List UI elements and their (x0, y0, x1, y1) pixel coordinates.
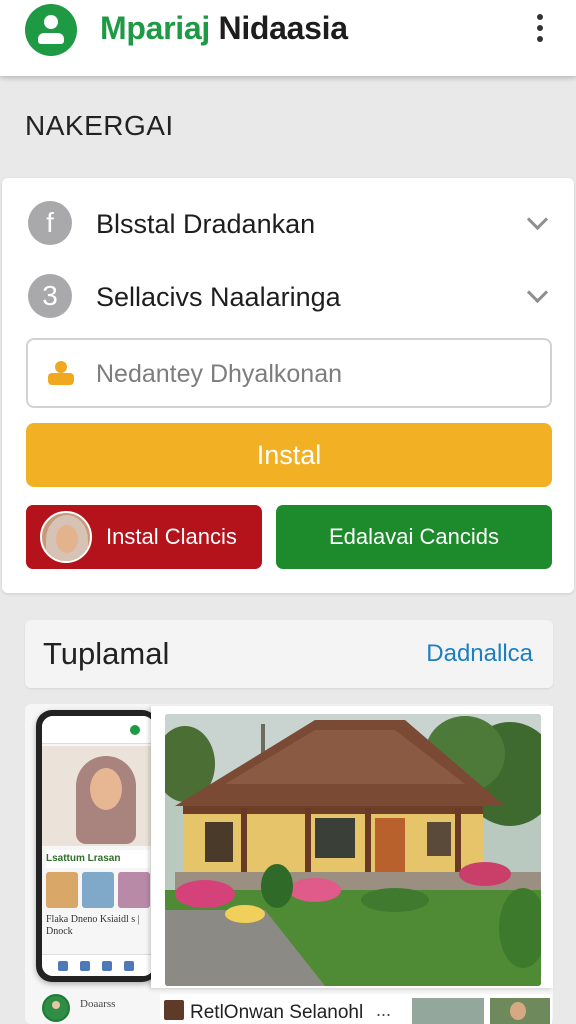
name-input[interactable]: Nedantey Dhyalkonan (26, 338, 552, 408)
user-avatar (40, 511, 92, 563)
phone-strip-text: Lsattum Lrasan (46, 850, 150, 868)
dropdown-row-2-label: Sellacivs Naalaringa (96, 282, 341, 312)
gallery-item-caption[interactable]: Doaarss (40, 994, 148, 1024)
user-avatar (42, 994, 70, 1022)
gallery-row[interactable]: RetlOnwan Selanohl ... (160, 994, 552, 1024)
house-icon (164, 1000, 184, 1020)
form-card: f Blsstal Dradankan 3 Sellacivs Naalarin… (2, 178, 574, 593)
more-horiz-icon[interactable]: ... (376, 1000, 391, 1021)
row-badge-icon: 3 (28, 274, 72, 318)
row-badge-icon: f (28, 201, 72, 245)
phone-mockup-image[interactable]: Lsattum Lrasan Flaka Dneno Ksiaidl s | D… (36, 710, 158, 982)
chevron-down-icon[interactable] (526, 212, 550, 232)
gallery-link[interactable]: Dadnallca (426, 640, 533, 668)
gallery-thumbnail[interactable] (412, 998, 484, 1024)
install-button[interactable]: Instal (26, 423, 552, 487)
account-circle-icon[interactable] (25, 4, 77, 56)
dropdown-row-1[interactable]: f Blsstal Dradankan (26, 199, 554, 249)
app-bar: Mpariaj Nidaasia (0, 0, 576, 76)
phone-caption: Flaka Dneno Ksiaidl s | Dnock (46, 914, 140, 937)
section-heading: NAKERGAI (25, 110, 174, 141)
gallery-header: Tuplamal Dadnallca (25, 620, 553, 688)
gallery-thumbnail[interactable] (490, 998, 550, 1024)
app-title-part1: Mpariaj (100, 10, 210, 46)
install-clancis-label: Instal Clancis (106, 524, 237, 549)
chevron-down-icon[interactable] (526, 285, 550, 305)
app-title-part2: Nidaasia (218, 10, 349, 46)
portrait-image (42, 746, 154, 846)
more-vert-icon[interactable] (526, 12, 554, 44)
house-photo-card[interactable] (151, 706, 553, 988)
dropdown-row-2[interactable]: 3 Sellacivs Naalaringa (26, 272, 554, 322)
gallery-title: Tuplamal (43, 636, 170, 671)
install-clancis-button[interactable]: Instal Clancis (26, 505, 262, 569)
dropdown-row-1-label: Blsstal Dradankan (96, 209, 316, 239)
person-icon (46, 359, 76, 389)
gallery-row-title: RetlOnwan Selanohl (190, 1002, 364, 1023)
house-photo (165, 714, 541, 986)
phone-thumbnails (46, 872, 150, 908)
app-title: Mpariaj Nidaasia (100, 10, 348, 47)
edalavai-cancids-button[interactable]: Edalavai Cancids (276, 505, 552, 569)
gallery-item-caption-text: Doaarss (80, 998, 116, 1010)
name-input-placeholder: Nedantey Dhyalkonan (96, 360, 342, 388)
